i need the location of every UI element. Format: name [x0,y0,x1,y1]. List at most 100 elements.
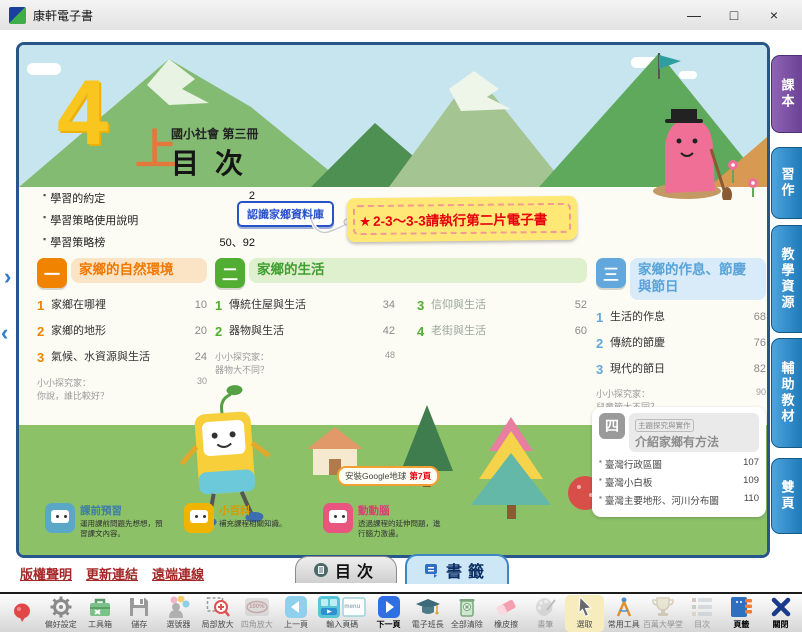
star-icon: ★ [359,214,371,229]
toc-item[interactable]: 1 生活的作息 68 [596,310,766,327]
partial-zoom-button[interactable]: 局部放大 [198,595,237,632]
menu-box-label: menu [344,604,360,610]
prev-page-button[interactable]: 上一頁 [276,595,315,632]
lesson-page: 60 [557,324,587,341]
disc-notice-sticker[interactable]: ★2-3～3-3請執行第二片電子書 [347,196,577,242]
close-button[interactable]: × [754,1,794,29]
toc-item[interactable]: 1 傳統住屋與生活 34 [215,298,395,315]
legend-item-brainstorm: 動動腦 透過課程的延伸問題，進行腦力激盪。 [323,503,446,539]
toc-item[interactable]: 3 氣候、水資源與生活 24 [37,350,207,367]
lesson-page: 24 [177,350,207,367]
front-matter-list: 學習的約定 2 學習策略使用說明 6 學習策略榜 50、92 [43,190,255,256]
lesson-page: 107 [735,457,759,471]
unit-4-title: 介紹家鄉有方法 [635,433,753,450]
preferences-button[interactable]: 偏好設定 [41,595,80,632]
lesson-page: 10 [177,298,207,315]
minimize-button[interactable]: — [674,1,714,29]
lesson-number: 4 [417,324,431,341]
explorer-page: 30 [177,376,207,389]
google-earth-label: 安裝Google地球 [345,470,406,482]
ebook-page-frame: 4 上 國小社會 第三冊 目次 學習的約定 2 學習策略使用說明 6 學習策略榜… [16,42,770,558]
toc-item[interactable]: 4 老街與生活 60 [417,324,587,341]
lesson-page: 68 [736,310,766,327]
class-monitor-button[interactable]: 電子班長 [408,595,447,632]
maximize-button[interactable]: □ [714,1,754,29]
toc-list-icon [690,596,714,618]
explorer-label: 小小探究家： [215,350,365,363]
lesson-page: 20 [177,324,207,341]
zoom-100-label: 100% [249,604,264,610]
toc-item[interactable]: 2 傳統的節慶 76 [596,336,766,353]
tab-workbook[interactable]: 習作 [771,147,802,219]
preview-robot-icon [45,503,75,533]
lesson-page: 42 [365,324,395,341]
toc-item[interactable]: 學習策略使用說明 6 [43,212,255,228]
toc-item[interactable]: 3 現代的節日 82 [596,362,766,379]
graduation-cap-icon [415,596,441,618]
remote-link[interactable]: 遠端連線 [152,564,204,583]
toc-item[interactable]: 臺灣主要地形、河川分布圖 110 [599,493,759,507]
tab-textbook[interactable]: 課本 [771,55,802,133]
toc-item[interactable]: 2 家鄉的地形 20 [37,324,207,341]
toc-item[interactable]: 1 家鄉在哪裡 10 [37,298,207,315]
toc-item[interactable]: 2 器物與生活 42 [215,324,395,341]
lesson-title: 傳統的節慶 [610,336,736,353]
google-earth-page: 第7頁 [409,470,431,482]
pen-button[interactable]: 畫筆 [526,595,565,632]
grade-number: 4 [57,67,108,159]
toc-item[interactable]: 小小探究家： 48 器物大不同？ [215,350,395,376]
toc-item[interactable]: 學習策略榜 50、92 [43,234,255,250]
legend-title: 小百科 [219,503,307,518]
toc-item[interactable]: 臺灣行政區圖 107 [599,457,759,471]
lesson-title: 器物與生活 [229,324,365,341]
lesson-number: 3 [417,298,431,315]
toc-tool-button[interactable]: 目次 [683,595,722,632]
unit-4-section: 四 主題探究與實作 介紹家鄉有方法 臺灣行政區圖 107 臺灣小白板 109 臺… [592,407,766,517]
exit-button[interactable]: 關閉 [761,595,800,632]
explorer-question: 器物大不同？ [215,363,395,376]
tab-teaching-resources[interactable]: 教學資源 [771,225,802,333]
workspace: › ‹ [0,30,802,592]
panel-collapse-chevron-icon[interactable]: ‹ [1,324,8,342]
toc-item[interactable]: 臺灣小白板 109 [599,475,759,489]
quiz-hall-button[interactable]: 百萬大學堂 [643,595,682,632]
clear-all-button[interactable]: 全部清除 [447,595,486,632]
panel-expand-chevron-icon[interactable]: › [4,268,11,286]
common-tools-button[interactable]: 常用工具 [604,595,643,632]
app-logo-icon [9,7,26,24]
toc-item[interactable]: 小小探究家： 30 你說，誰比較好？ [37,376,207,402]
toc-item-label: 學習策略使用說明 [50,212,211,228]
unit-4-badge-icon: 四 [599,413,625,439]
bottom-tab-toc[interactable]: 目次 [295,556,397,583]
eraser-button[interactable]: 橡皮擦 [487,595,526,632]
toc-item[interactable]: 學習的約定 2 [43,190,255,206]
lesson-title: 氣候、水資源與生活 [51,350,177,367]
lesson-page: 109 [735,475,759,489]
corner-zoom-button[interactable]: 100% 四角放大 [237,595,276,632]
tab-double-page[interactable]: 雙頁 [771,458,802,534]
number-picker-button[interactable]: 選號器 [159,595,198,632]
brand-balloon-button[interactable] [2,595,41,632]
toc-item[interactable]: 3 信仰與生活 52 [417,298,587,315]
page-tabs-button[interactable]: 頁籤 [722,595,761,632]
toolbox-button[interactable]: 工具箱 [80,595,119,632]
book-series-title: 國小社會 第三冊 [171,125,258,142]
next-page-icon [377,596,401,618]
page-number-input-button[interactable]: menu 輸入頁碼 [316,595,369,632]
explorer-page: 90 [736,387,766,400]
bottom-tab-bookmark[interactable]: 書籤 [405,554,509,584]
tab-auxiliary-materials[interactable]: 輔助教材 [771,338,802,448]
notice-text: 2-3～3-3請執行第二片電子書 [373,212,547,229]
toc-item-page: 50、92 [211,234,255,250]
unit-2-badge-icon: 二 [215,258,245,288]
lesson-number: 3 [37,350,51,367]
next-page-button[interactable]: 下一頁 [369,595,408,632]
legend-desc: 運用課前問題先想想，預習課文內容。 [80,519,168,539]
select-tool-button[interactable]: 選取 [565,595,604,632]
save-button[interactable]: 儲存 [120,595,159,632]
update-link[interactable]: 更新連結 [86,564,138,583]
google-earth-button[interactable]: 安裝Google地球 第7頁 [337,466,439,486]
copyright-link[interactable]: 版權聲明 [20,564,72,583]
lesson-title: 老街與生活 [431,324,557,341]
lesson-title: 臺灣行政區圖 [605,457,735,471]
